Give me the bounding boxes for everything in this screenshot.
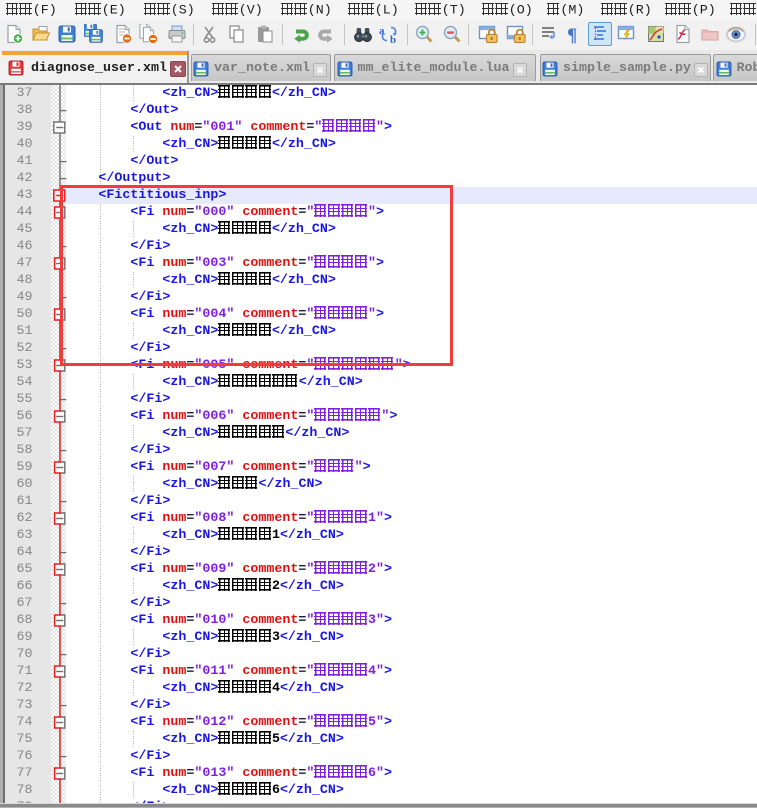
svg-text:b: b	[390, 34, 396, 44]
svg-text:¶: ¶	[567, 25, 577, 44]
